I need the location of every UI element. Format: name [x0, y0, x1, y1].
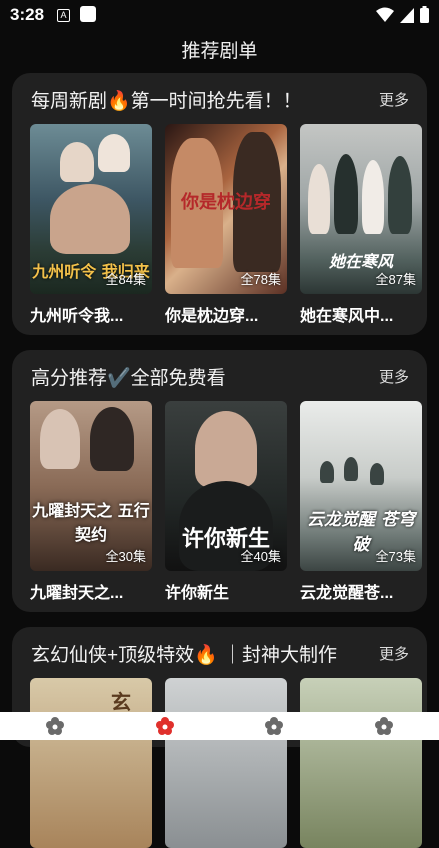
drama-card[interactable]: 玄 — [30, 678, 152, 848]
playlist-section: 每周新剧🔥第一时间抢先看！！ 更多 九州听令 我归来 全84集 九州听令我...… — [12, 73, 427, 335]
card-row: 九州听令 我归来 全84集 九州听令我... 你是枕边穿 全78集 你是枕边穿.… — [30, 124, 422, 326]
drama-poster[interactable] — [300, 678, 422, 848]
status-right — [376, 6, 429, 23]
page-title: 推荐剧单 — [181, 41, 258, 62]
drama-poster[interactable] — [165, 678, 287, 848]
playlist-section: 高分推荐✔️全部免费看 更多 九曜封天之 五行契约 全30集 九曜封天之... … — [12, 350, 427, 612]
card-row: 九曜封天之 五行契约 全30集 九曜封天之... 许你新生 全40集 许你新生 … — [30, 401, 422, 603]
flower-icon — [265, 717, 284, 735]
bottom-nav — [0, 712, 439, 740]
flower-icon — [375, 717, 394, 735]
poster-text: 九曜封天之 五行契约 — [32, 501, 150, 544]
episode-count: 全73集 — [375, 549, 416, 564]
card-row: 玄 — [30, 678, 422, 848]
signal-icon — [400, 7, 414, 23]
drama-title: 云龙觉醒苍... — [300, 585, 394, 602]
drama-poster[interactable]: 玄 — [30, 678, 152, 848]
section-title: 玄幻仙侠+顶级特效🔥 ｜封神大制作 — [31, 645, 338, 666]
drama-card[interactable]: 九州听令 我归来 全84集 九州听令我... — [30, 124, 152, 326]
drama-title: 她在寒风中... — [300, 308, 394, 325]
poster-text: 玄 — [111, 690, 131, 714]
episode-count: 全87集 — [375, 272, 416, 287]
drama-title: 九曜封天之... — [30, 585, 124, 602]
drama-poster[interactable]: 九州听令 我归来 全84集 — [30, 124, 152, 294]
episode-count: 全84集 — [105, 272, 146, 287]
flower-icon — [45, 717, 64, 735]
drama-card[interactable]: 她在寒风 全87集 她在寒风中... — [300, 124, 422, 326]
drama-card[interactable]: 九曜封天之 五行契约 全30集 九曜封天之... — [30, 401, 152, 603]
section-header: 每周新剧🔥第一时间抢先看！！ 更多 — [31, 86, 409, 112]
drama-poster[interactable]: 你是枕边穿 全78集 — [165, 124, 287, 294]
notification-a-icon: A — [57, 9, 70, 22]
section-title: 高分推荐✔️全部免费看 — [31, 368, 226, 389]
drama-card[interactable] — [165, 678, 287, 848]
episode-count: 全78集 — [240, 272, 281, 287]
more-link[interactable]: 更多 — [379, 366, 409, 387]
wifi-icon — [376, 7, 394, 22]
nav-tab-2-active[interactable] — [135, 712, 195, 740]
section-header: 高分推荐✔️全部免费看 更多 — [31, 363, 409, 389]
drama-poster[interactable]: 九曜封天之 五行契约 全30集 — [30, 401, 152, 571]
battery-icon — [420, 6, 429, 23]
more-link[interactable]: 更多 — [379, 89, 409, 110]
status-bar: 3:28 A — [0, 0, 439, 32]
status-time: 3:28 — [10, 5, 45, 24]
nav-tab-1[interactable] — [25, 712, 85, 740]
episode-count: 全30集 — [105, 549, 146, 564]
drama-poster[interactable]: 她在寒风 全87集 — [300, 124, 422, 294]
drama-poster[interactable]: 云龙觉醒 苍穹破 全73集 — [300, 401, 422, 571]
section-header: 玄幻仙侠+顶级特效🔥 ｜封神大制作 更多 — [31, 640, 409, 666]
notification-app-icon — [80, 6, 96, 22]
more-link[interactable]: 更多 — [379, 643, 409, 664]
drama-card[interactable] — [300, 678, 422, 848]
nav-tab-3[interactable] — [244, 712, 304, 740]
poster-text: 你是枕边穿 — [181, 192, 271, 213]
section-title: 每周新剧🔥第一时间抢先看！！ — [31, 91, 302, 112]
drama-card[interactable]: 你是枕边穿 全78集 你是枕边穿... — [165, 124, 287, 326]
drama-title: 许你新生 — [165, 585, 230, 602]
drama-title: 你是枕边穿... — [165, 308, 259, 325]
flower-icon — [155, 717, 174, 735]
drama-poster[interactable]: 许你新生 全40集 — [165, 401, 287, 571]
drama-card[interactable]: 许你新生 全40集 许你新生 — [165, 401, 287, 603]
drama-title: 九州听令我... — [30, 308, 124, 325]
episode-count: 全40集 — [240, 549, 281, 564]
nav-tab-4[interactable] — [354, 712, 414, 740]
drama-card[interactable]: 云龙觉醒 苍穹破 全73集 云龙觉醒苍... — [300, 401, 422, 603]
